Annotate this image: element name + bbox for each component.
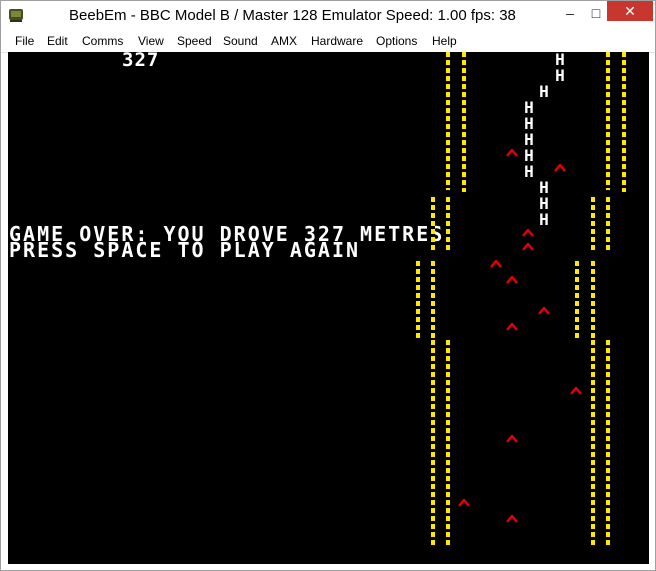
road-edge-line <box>431 340 435 545</box>
obstacle-marker <box>506 323 518 331</box>
road-edge-line <box>462 52 466 192</box>
road-edge-line <box>606 340 610 545</box>
menu-options[interactable]: Options <box>376 34 417 48</box>
score-display: 327 <box>122 52 160 71</box>
road-edge-line <box>446 52 450 190</box>
road-edge-line <box>431 261 435 339</box>
menu-edit[interactable]: Edit <box>47 34 68 48</box>
road-edge-line <box>591 340 595 545</box>
menu-sound[interactable]: Sound <box>223 34 258 48</box>
menu-hardware[interactable]: Hardware <box>311 34 363 48</box>
road-edge-line <box>591 197 595 252</box>
road-edge-line <box>575 261 579 339</box>
road-edge-line <box>446 340 450 545</box>
menu-file[interactable]: File <box>15 34 34 48</box>
player-car-trail: H <box>539 82 549 101</box>
menu-help[interactable]: Help <box>432 34 457 48</box>
road-edge-line <box>606 52 610 190</box>
obstacle-marker <box>522 229 534 237</box>
menu-bar: File Edit Comms View Speed Sound AMX Har… <box>1 31 655 53</box>
play-again-prompt: PRESS SPACE TO PLAY AGAIN <box>9 238 361 262</box>
obstacle-marker <box>506 435 518 443</box>
player-car-trail: H <box>555 66 565 85</box>
player-car-trail: H <box>524 162 534 181</box>
obstacle-marker <box>554 164 566 172</box>
road-edge-line <box>622 52 626 192</box>
player-car-trail: H <box>539 210 549 229</box>
obstacle-marker <box>506 276 518 284</box>
road-edge-line <box>591 261 595 339</box>
menu-amx[interactable]: AMX <box>271 34 297 48</box>
window-title: BeebEm - BBC Model B / Master 128 Emulat… <box>69 7 516 24</box>
road-edge-line <box>606 197 610 252</box>
obstacle-marker <box>490 260 502 268</box>
obstacle-marker <box>570 387 582 395</box>
obstacle-marker <box>522 243 534 251</box>
road-edge-line <box>431 197 435 252</box>
emulator-screen[interactable]: 327 GAME OVER: YOU DROVE 327 METRES PRES… <box>8 52 649 564</box>
title-bar[interactable]: BeebEm - BBC Model B / Master 128 Emulat… <box>1 1 655 31</box>
obstacle-marker <box>506 149 518 157</box>
menu-speed[interactable]: Speed <box>177 34 212 48</box>
obstacle-marker <box>458 499 470 507</box>
menu-comms[interactable]: Comms <box>82 34 123 48</box>
road-edge-line <box>416 261 420 339</box>
obstacle-marker <box>538 307 550 315</box>
road-edge-line <box>446 197 450 252</box>
app-icon <box>9 9 23 22</box>
obstacle-marker <box>506 515 518 523</box>
menu-view[interactable]: View <box>138 34 164 48</box>
emulator-window: BeebEm - BBC Model B / Master 128 Emulat… <box>0 0 656 571</box>
close-icon[interactable]: ✕ <box>607 1 653 21</box>
